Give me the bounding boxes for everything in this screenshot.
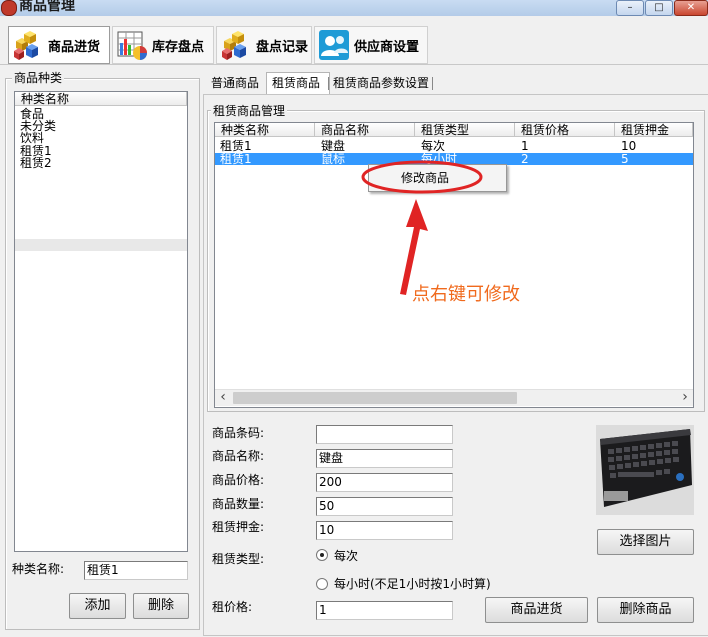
column-header[interactable]: 商品名称 [315, 123, 415, 137]
toolbar-button-label: 供应商设置 [354, 39, 420, 55]
users-icon [318, 29, 350, 61]
rental-price-field[interactable]: 1 [316, 601, 453, 620]
tab-separator [328, 77, 329, 90]
radio-dot [320, 553, 324, 557]
close-button[interactable]: ✕ [674, 0, 708, 16]
tab-regular-goods[interactable]: 普通商品 [211, 74, 259, 92]
table-row[interactable]: 租赁1 键盘 每次 1 10 [215, 140, 693, 152]
table-cell: 租赁1 [220, 139, 252, 153]
title-bar [0, 0, 708, 16]
annotation-overlay [361, 160, 483, 295]
goods-quantity-field[interactable]: 50 [316, 497, 453, 516]
delete-category-button[interactable]: 删除 [133, 593, 189, 619]
scroll-left-button[interactable]: ‹ [215, 390, 231, 406]
app-icon [1, 0, 17, 16]
table-cell: 鼠标 [321, 152, 346, 166]
rental-legend: 租赁商品管理 [211, 104, 288, 118]
rental-type-per-hour-radio[interactable] [316, 578, 328, 590]
cubes-icon [220, 29, 252, 61]
rental-type-per-use-label[interactable]: 每次 [334, 549, 358, 563]
toolbar-button-label: 库存盘点 [152, 39, 205, 55]
category-name-field[interactable]: 租赁1 [84, 561, 188, 580]
product-image [596, 425, 694, 515]
goods-price-field[interactable]: 200 [316, 473, 453, 492]
table-cell: 1 [521, 139, 529, 153]
spreadsheet-chart-icon [116, 29, 148, 61]
toolbar-button-supplier-settings[interactable]: 供应商设置 [314, 26, 428, 64]
minimize-button[interactable]: – [616, 0, 644, 16]
barcode-field[interactable] [316, 425, 453, 444]
column-header[interactable]: 租赁押金 [615, 123, 693, 137]
maximize-button[interactable]: □ [645, 0, 673, 16]
table-cell: 2 [521, 152, 529, 166]
barcode-label: 商品条码: [212, 426, 265, 440]
toolbar-button-stock-in[interactable]: 商品进货 [8, 26, 110, 64]
delete-goods-button[interactable]: 删除商品 [597, 597, 694, 623]
horizontal-scrollbar[interactable]: ‹ › [215, 389, 693, 406]
category-item[interactable]: 租赁2 [20, 157, 52, 169]
rental-type-label: 租赁类型: [212, 552, 265, 566]
category-name-label: 种类名称: [12, 562, 65, 576]
goods-name-label: 商品名称: [212, 449, 265, 463]
goods-name-field[interactable]: 键盘 [316, 449, 453, 468]
highlight-ellipse [361, 160, 483, 194]
table-cell: 每次 [421, 139, 446, 153]
toolbar-button-label: 商品进货 [48, 39, 101, 55]
rental-deposit-field[interactable]: 10 [316, 521, 453, 540]
rental-price-label: 租价格: [212, 600, 253, 614]
toolbar-button-stocktake[interactable]: 库存盘点 [112, 26, 214, 64]
category-item[interactable]: 饮料 [20, 132, 44, 144]
rental-type-per-hour-label[interactable]: 每小时(不足1小时按1小时算) [334, 577, 491, 591]
goods-quantity-label: 商品数量: [212, 497, 265, 511]
window-title: 商品管理 [19, 0, 75, 14]
table-cell: 键盘 [321, 139, 346, 153]
scroll-thumb[interactable] [233, 392, 517, 404]
toolbar-button-stocktake-records[interactable]: 盘点记录 [216, 26, 312, 64]
selected-row-highlight [15, 239, 187, 251]
annotation-hint: 点右键可修改 [412, 284, 520, 305]
column-header[interactable]: 租赁价格 [515, 123, 615, 137]
category-legend: 商品种类 [12, 71, 65, 85]
keyboard-image-icon [596, 425, 694, 515]
add-category-button[interactable]: 添加 [69, 593, 126, 619]
toolbar-button-label: 盘点记录 [256, 39, 309, 55]
cubes-icon [12, 29, 44, 61]
column-header[interactable]: 种类名称 [215, 123, 315, 137]
table-cell: 租赁1 [220, 152, 252, 166]
goods-price-label: 商品价格: [212, 473, 265, 487]
tab-rental-goods[interactable]: 租赁商品 [272, 74, 320, 92]
category-list[interactable]: 种类名称 食品 未分类 饮料 租赁1 租赁2 [14, 91, 188, 552]
table-cell: 5 [621, 152, 629, 166]
column-header[interactable]: 租赁类型 [415, 123, 515, 137]
rental-deposit-label: 租赁押金: [212, 520, 265, 534]
stock-in-button[interactable]: 商品进货 [485, 597, 588, 623]
scroll-right-button[interactable]: › [677, 390, 693, 406]
choose-image-button[interactable]: 选择图片 [597, 529, 694, 555]
rental-type-per-use-radio[interactable] [316, 549, 328, 561]
tab-rental-params[interactable]: 租赁商品参数设置 [333, 74, 429, 92]
annotation-arrow-icon [400, 199, 428, 295]
category-column-header[interactable]: 种类名称 [15, 92, 187, 106]
table-cell: 10 [621, 139, 637, 153]
tab-separator [432, 77, 433, 90]
